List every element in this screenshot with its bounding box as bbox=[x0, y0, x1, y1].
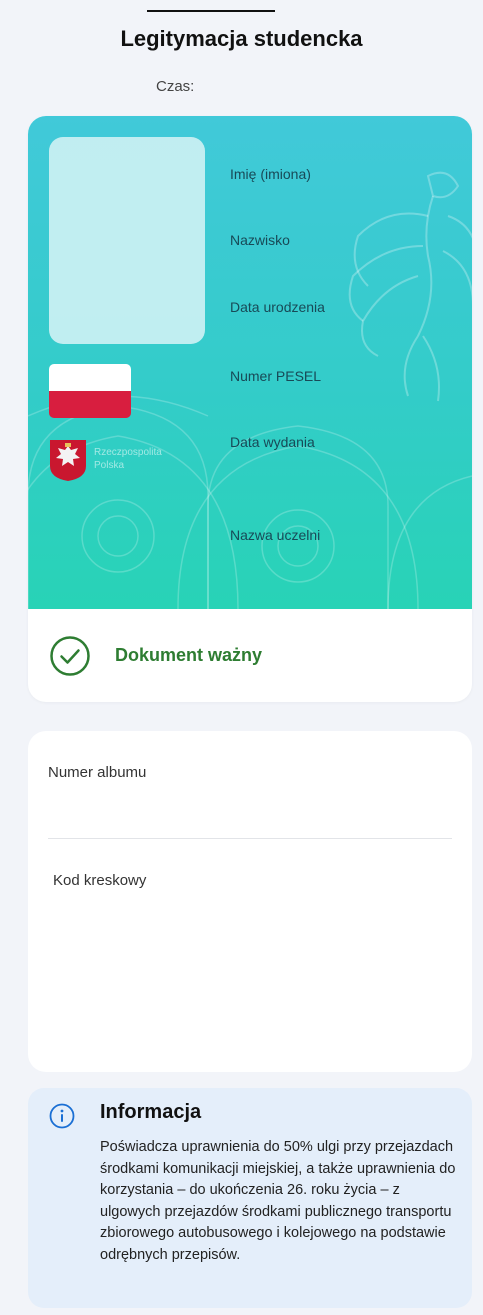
barcode-label: Kod kreskowy bbox=[53, 872, 147, 889]
field-birth-date: Data urodzenia bbox=[230, 299, 325, 315]
country-name: Rzeczpospolita Polska bbox=[94, 447, 162, 471]
info-card: Informacja Poświadcza uprawnienia do 50%… bbox=[28, 1088, 472, 1308]
field-issue-date: Data wydania bbox=[230, 434, 315, 450]
check-circle-icon bbox=[50, 635, 90, 676]
time-label: Czas: bbox=[156, 78, 195, 95]
photo-placeholder bbox=[49, 137, 205, 344]
top-indicator bbox=[147, 0, 275, 12]
page: Legitymacja studencka Czas: Rzeczpospoli… bbox=[0, 0, 483, 1315]
id-card[interactable]: Rzeczpospolita Polska Imię (imiona) Nazw… bbox=[28, 116, 472, 702]
field-pesel: Numer PESEL bbox=[230, 368, 322, 384]
eagle-watermark-icon bbox=[348, 171, 472, 402]
field-university: Nazwa uczelni bbox=[230, 527, 321, 543]
info-body: Poświadcza uprawnienia do 50% ulgi przy … bbox=[100, 1139, 456, 1263]
divider bbox=[48, 838, 452, 839]
card-face: Rzeczpospolita Polska Imię (imiona) Nazw… bbox=[28, 116, 472, 609]
field-first-name: Imię (imiona) bbox=[230, 166, 311, 182]
album-card: Numer albumu Kod kreskowy bbox=[28, 731, 472, 1072]
page-title: Legitymacja studencka bbox=[120, 26, 363, 51]
coat-of-arms-icon bbox=[50, 440, 86, 481]
info-circle-icon bbox=[49, 1103, 75, 1129]
info-title: Informacja bbox=[100, 1101, 202, 1123]
field-last-name: Nazwisko bbox=[230, 232, 290, 248]
album-number-label: Numer albumu bbox=[48, 764, 147, 781]
polish-flag bbox=[49, 364, 131, 418]
status-text: Dokument ważny bbox=[115, 645, 263, 665]
document-status: Dokument ważny bbox=[28, 609, 472, 702]
